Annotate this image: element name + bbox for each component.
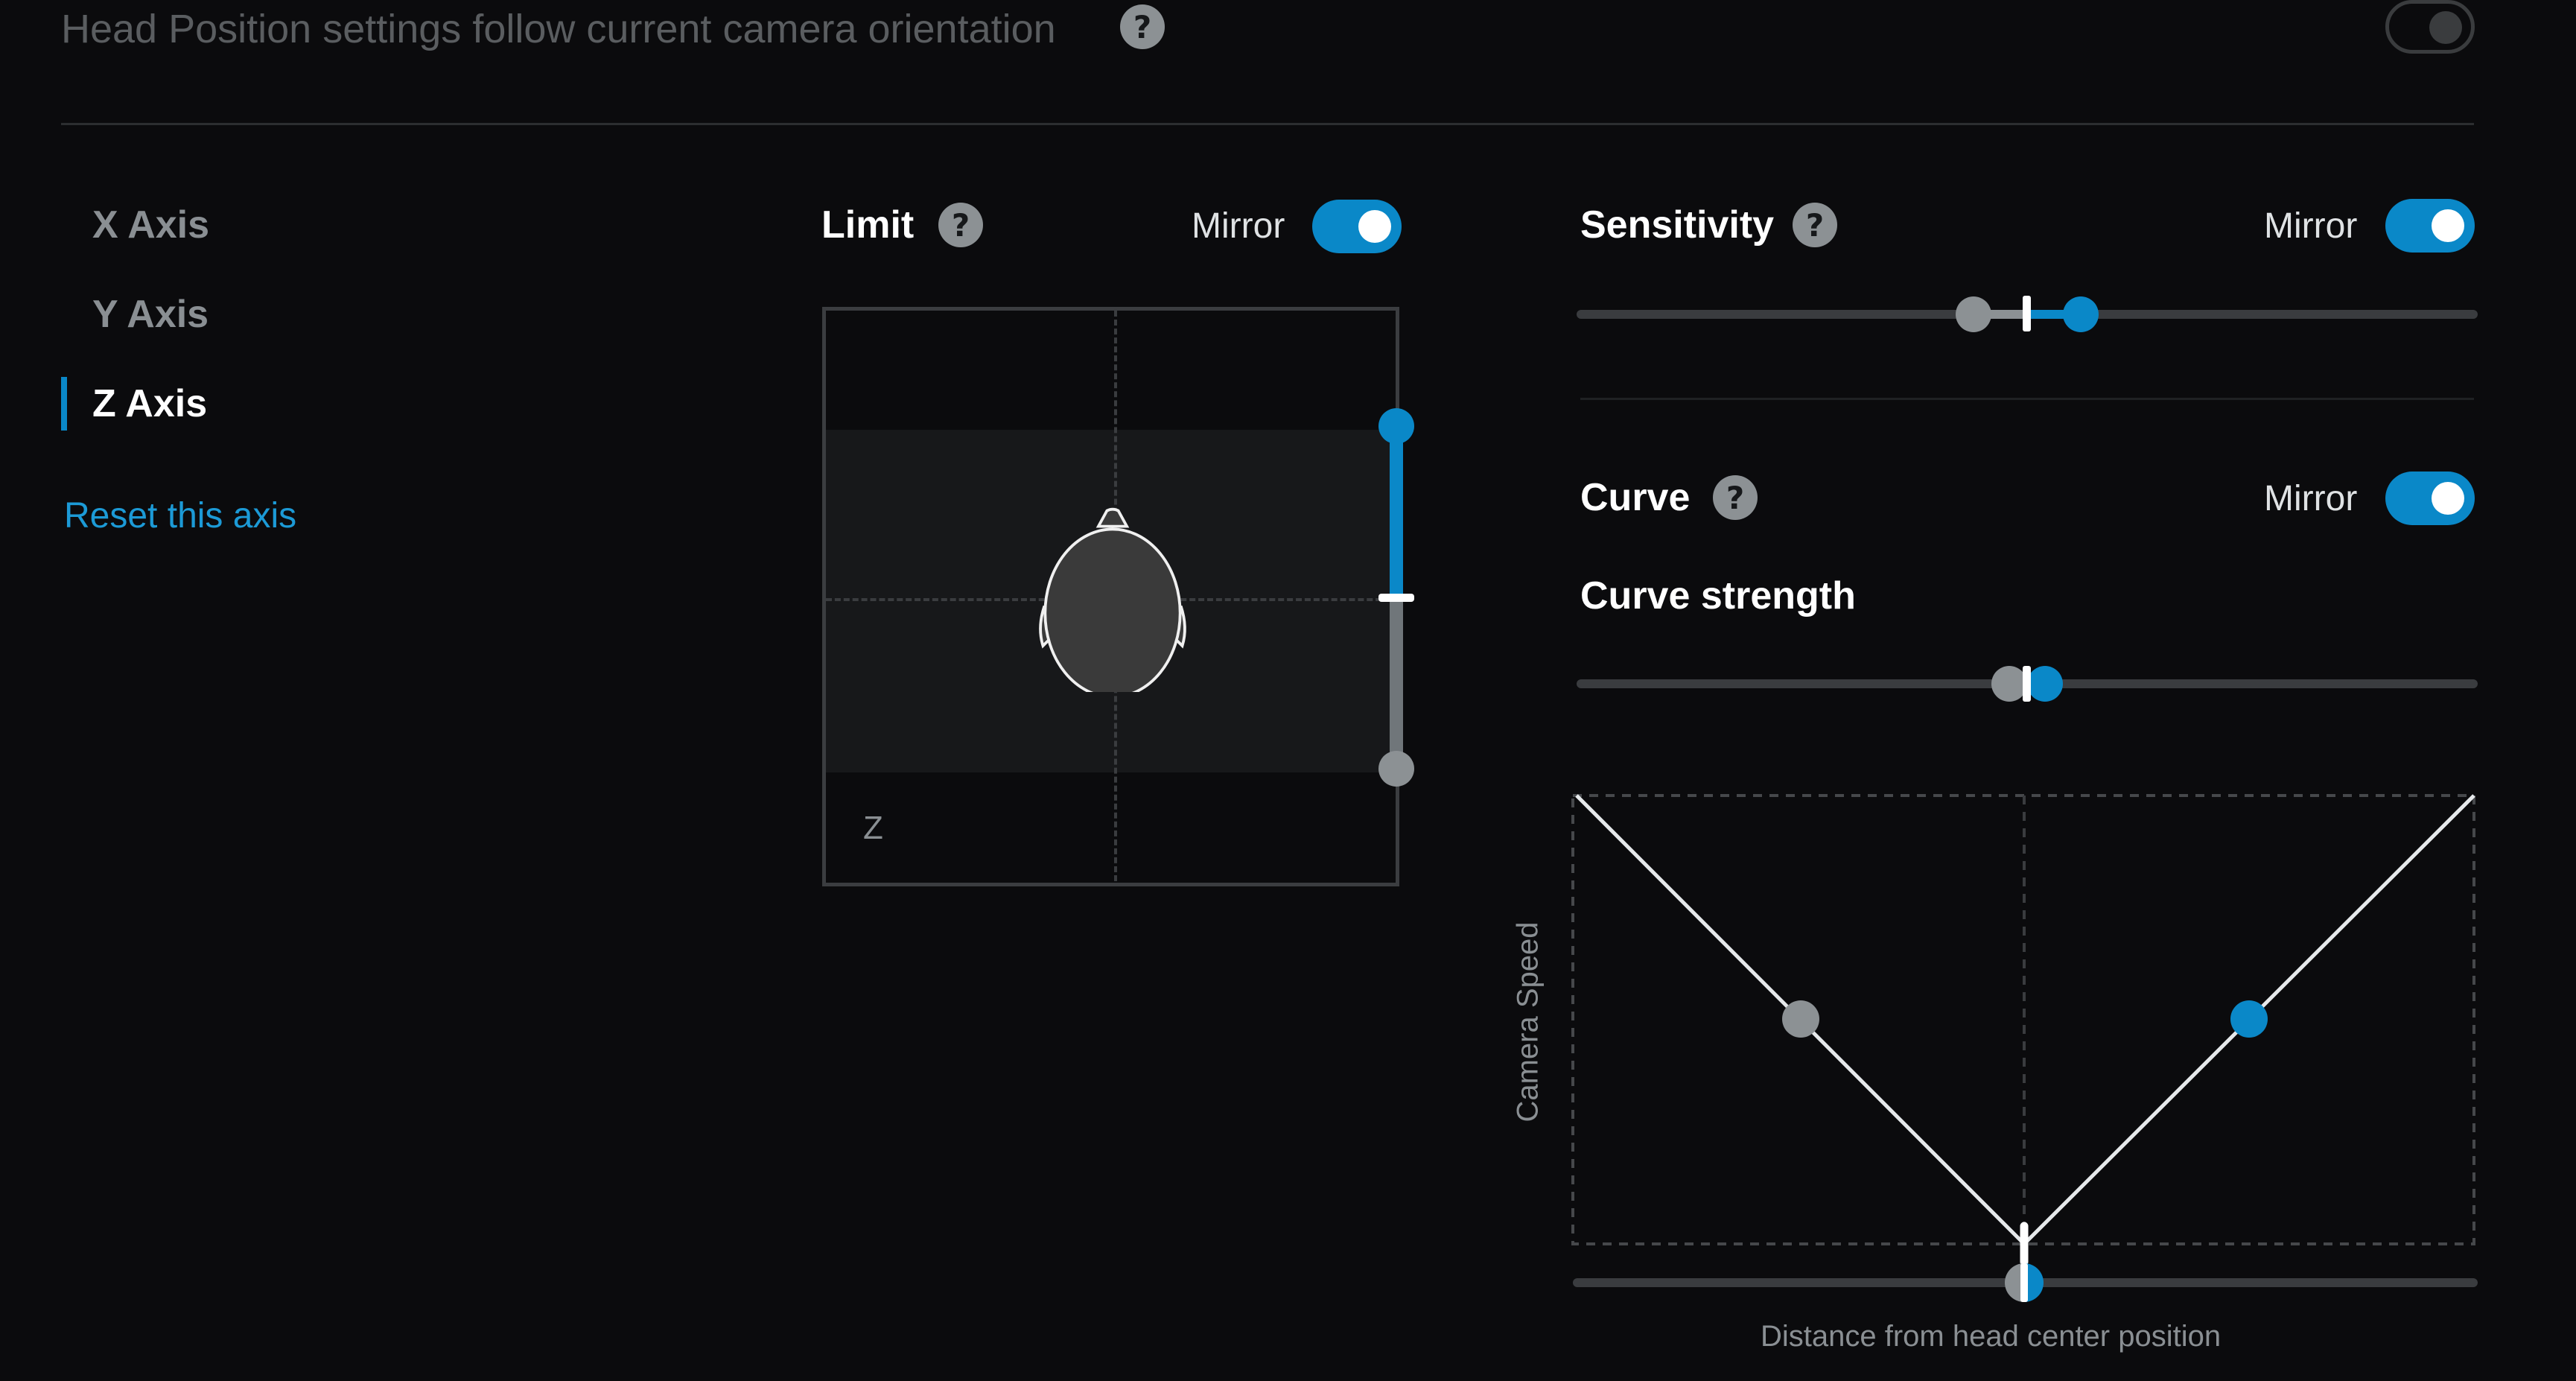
curve-mirror-toggle[interactable] bbox=[2385, 472, 2475, 525]
limit-slider-track-upper bbox=[1390, 426, 1403, 597]
limit-title: Limit bbox=[821, 203, 915, 247]
follow-orientation-label: Head Position settings follow current ca… bbox=[61, 7, 1056, 51]
toggle-knob bbox=[2432, 482, 2464, 515]
curve-y-axis-label: Camera Speed bbox=[1511, 921, 1545, 1123]
curve-left-point-handle[interactable] bbox=[1782, 1000, 1819, 1038]
reset-axis-link[interactable]: Reset this axis bbox=[64, 495, 296, 536]
curve-strength-center-marker[interactable] bbox=[2023, 666, 2031, 702]
sensitivity-divider bbox=[1580, 398, 2474, 400]
curve-help-icon[interactable]: ? bbox=[1713, 475, 1758, 520]
limit-slider-track-lower bbox=[1390, 597, 1403, 769]
sensitivity-mirror-label: Mirror bbox=[2264, 206, 2358, 246]
limit-mirror-toggle[interactable] bbox=[1312, 200, 1402, 253]
axis-item-y[interactable]: Y Axis bbox=[92, 292, 209, 337]
curve-mirror-label: Mirror bbox=[2264, 479, 2358, 518]
axis-item-z[interactable]: Z Axis bbox=[92, 381, 207, 426]
limit-mirror-label: Mirror bbox=[1192, 206, 1285, 246]
axis-item-x[interactable]: X Axis bbox=[92, 203, 209, 247]
follow-orientation-toggle[interactable] bbox=[2385, 0, 2475, 54]
header-divider bbox=[61, 123, 2474, 125]
limit-slider-center-marker[interactable] bbox=[1378, 594, 1414, 602]
sensitivity-right-handle[interactable] bbox=[2063, 296, 2099, 332]
curve-distance-center-marker[interactable] bbox=[2020, 1263, 2028, 1302]
sensitivity-help-icon[interactable]: ? bbox=[1793, 203, 1837, 247]
curve-strength-left-handle[interactable] bbox=[1991, 666, 2027, 702]
curve-right-point-handle[interactable] bbox=[2230, 1000, 2268, 1038]
sensitivity-title: Sensitivity bbox=[1580, 203, 1775, 247]
limit-help-icon[interactable]: ? bbox=[938, 203, 983, 247]
limit-slider-lower-handle[interactable] bbox=[1378, 751, 1414, 787]
curve-x-axis-label: Distance from head center position bbox=[1761, 1320, 2222, 1353]
follow-help-icon[interactable]: ? bbox=[1120, 4, 1165, 49]
active-axis-indicator bbox=[61, 377, 67, 431]
toggle-knob bbox=[2432, 209, 2464, 242]
limit-slider-upper-handle[interactable] bbox=[1378, 408, 1414, 444]
limit-visualizer: Z bbox=[822, 307, 1399, 886]
sensitivity-center-marker[interactable] bbox=[2023, 296, 2031, 331]
limit-axis-letter: Z bbox=[863, 810, 883, 846]
toggle-knob bbox=[1358, 210, 1391, 243]
sensitivity-left-handle[interactable] bbox=[1956, 296, 1991, 332]
toggle-knob bbox=[2429, 11, 2462, 44]
curve-strength-right-handle[interactable] bbox=[2027, 666, 2063, 702]
sensitivity-mirror-toggle[interactable] bbox=[2385, 199, 2475, 253]
head-top-view-icon bbox=[1039, 507, 1186, 692]
curve-strength-label: Curve strength bbox=[1580, 574, 1856, 618]
curve-title: Curve bbox=[1580, 476, 1691, 519]
